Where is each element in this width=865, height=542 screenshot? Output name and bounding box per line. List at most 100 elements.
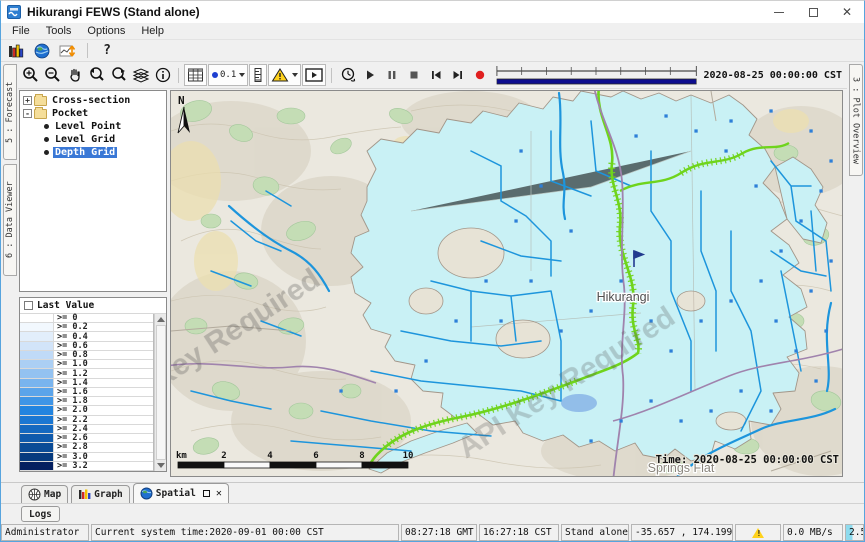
status-memory: 2.5 GB bbox=[845, 524, 864, 541]
right-tab-strip: 3 : Plot Overview bbox=[847, 62, 864, 482]
status-transfer-rate: 0.0 MB/s bbox=[783, 524, 843, 541]
layers-button[interactable] bbox=[130, 64, 151, 86]
chevron-down-icon bbox=[239, 73, 245, 77]
minimize-button[interactable] bbox=[762, 1, 796, 23]
zoom-in-button[interactable] bbox=[20, 64, 41, 86]
tree-item-cross-section[interactable]: + Cross-section bbox=[22, 94, 166, 107]
toolbar-separator bbox=[331, 68, 332, 83]
tree-item-level-grid[interactable]: Level Grid bbox=[22, 133, 166, 146]
legend-color-swatch bbox=[20, 434, 54, 442]
logs-button[interactable]: Logs bbox=[21, 506, 60, 522]
status-warning-cell[interactable] bbox=[735, 524, 781, 541]
scroll-thumb[interactable] bbox=[156, 325, 166, 460]
legend-scrollbar[interactable] bbox=[154, 314, 166, 471]
scroll-down-icon[interactable] bbox=[157, 463, 165, 468]
tab-plot-overview[interactable]: 3 : Plot Overview bbox=[849, 64, 863, 176]
legend-color-swatch bbox=[20, 397, 54, 405]
scroll-up-icon[interactable] bbox=[157, 317, 165, 322]
legend-color-swatch bbox=[20, 369, 54, 377]
menu-options[interactable]: Options bbox=[80, 24, 132, 38]
tab-map[interactable]: Map bbox=[21, 485, 68, 503]
status-gmt-time: 08:27:18 GMT bbox=[401, 524, 477, 541]
legend-color-swatch bbox=[20, 379, 54, 387]
svg-text:2: 2 bbox=[221, 451, 226, 461]
tab-data-viewer[interactable]: 6 : Data Viewer bbox=[3, 164, 17, 276]
play-button[interactable] bbox=[359, 64, 380, 86]
record-icon bbox=[472, 67, 488, 83]
stop-button[interactable] bbox=[403, 64, 424, 86]
tree-item-pocket[interactable]: - Pocket bbox=[22, 107, 166, 120]
legend-color-swatch bbox=[20, 406, 54, 414]
movie-icon bbox=[305, 68, 323, 82]
zoom-previous-button[interactable] bbox=[86, 64, 107, 86]
zoom-back-icon bbox=[88, 66, 106, 84]
legend-color-swatch bbox=[20, 314, 54, 322]
close-tab-icon[interactable]: ✕ bbox=[216, 488, 222, 499]
step-back-button[interactable] bbox=[425, 64, 446, 86]
left-tab-strip: 5 : Forecast 6 : Data Viewer bbox=[1, 62, 18, 482]
expand-icon[interactable]: + bbox=[23, 96, 32, 105]
title-bar: Hikurangi FEWS (Stand alone) ✕ bbox=[1, 1, 864, 23]
contour-interval-dropdown[interactable]: 0.1 bbox=[208, 64, 248, 86]
spatial-display-button[interactable] bbox=[57, 41, 79, 60]
chart-arrow-icon bbox=[59, 43, 77, 59]
help-button[interactable]: ? bbox=[96, 41, 118, 60]
legend-color-swatch bbox=[20, 332, 54, 340]
pan-button[interactable] bbox=[64, 64, 85, 86]
window-title: Hikurangi FEWS (Stand alone) bbox=[27, 5, 200, 19]
record-button[interactable] bbox=[469, 64, 490, 86]
zoom-out-button[interactable] bbox=[42, 64, 63, 86]
warning-triangle-icon bbox=[752, 528, 764, 538]
timeline-slider[interactable] bbox=[495, 63, 698, 87]
map-toolbar: 0.1 bbox=[18, 62, 847, 89]
menu-help[interactable]: Help bbox=[134, 24, 171, 38]
menu-file[interactable]: File bbox=[5, 24, 37, 38]
maximize-button[interactable] bbox=[796, 1, 830, 23]
basemap: API Key Required API Key Required N bbox=[171, 91, 843, 477]
warnings-dropdown[interactable] bbox=[268, 64, 301, 86]
bar-chart-icon bbox=[8, 43, 25, 59]
legend-table: >= 0 >= 0.2 >= 0.4 >= 0.6 >= 0.8 >= 1.0 … bbox=[20, 314, 154, 471]
pause-button[interactable] bbox=[381, 64, 402, 86]
tab-spatial[interactable]: Spatial ✕ bbox=[133, 483, 229, 503]
map-view[interactable]: API Key Required API Key Required N bbox=[170, 90, 843, 477]
ruler-icon bbox=[252, 67, 264, 83]
scale-bar-toggle-button[interactable] bbox=[249, 64, 267, 86]
stop-icon bbox=[406, 67, 422, 83]
app-window: Hikurangi FEWS (Stand alone) ✕ File Tool… bbox=[0, 0, 865, 542]
close-button[interactable]: ✕ bbox=[830, 1, 864, 23]
info-icon bbox=[154, 66, 172, 84]
collapse-icon[interactable]: - bbox=[23, 109, 32, 118]
bullet-icon bbox=[44, 150, 49, 155]
info-button[interactable] bbox=[152, 64, 173, 86]
status-bar: Administrator Current system time:2020-0… bbox=[1, 524, 864, 541]
animation-settings-button[interactable] bbox=[337, 64, 358, 86]
last-value-checkbox[interactable] bbox=[24, 301, 33, 310]
legend-color-swatch bbox=[20, 425, 54, 433]
tree-item-level-point[interactable]: Level Point bbox=[22, 120, 166, 133]
svg-text:4: 4 bbox=[267, 451, 273, 461]
step-back-icon bbox=[428, 67, 444, 83]
hand-icon bbox=[66, 66, 84, 84]
tab-forecast[interactable]: 5 : Forecast bbox=[3, 64, 17, 160]
step-forward-button[interactable] bbox=[447, 64, 468, 86]
timeline-timestamp: 2020-08-25 00:00:00 CST bbox=[704, 70, 845, 81]
town-label: Hikurangi bbox=[597, 290, 650, 304]
toolbar-separator bbox=[178, 68, 179, 83]
float-tab-icon[interactable] bbox=[203, 490, 210, 497]
tree-item-depth-grid[interactable]: Depth Grid bbox=[22, 146, 166, 159]
zoom-next-button[interactable] bbox=[108, 64, 129, 86]
chevron-down-icon bbox=[292, 73, 298, 77]
data-display-button[interactable] bbox=[5, 41, 27, 60]
map-display-button[interactable] bbox=[31, 41, 53, 60]
pause-icon bbox=[384, 67, 400, 83]
animation-window-button[interactable] bbox=[302, 64, 326, 86]
bullet-icon bbox=[44, 124, 49, 129]
globe-wire-icon bbox=[28, 488, 41, 501]
question-icon: ? bbox=[103, 43, 111, 58]
menu-tools[interactable]: Tools bbox=[39, 24, 79, 38]
grid-display-button[interactable] bbox=[184, 64, 207, 86]
tab-graph[interactable]: Graph bbox=[71, 485, 130, 503]
status-coordinates: -35.657 , 174.199 bbox=[631, 524, 733, 541]
legend-panel: Last Value >= 0 >= 0.2 >= 0.4 >= 0.6 >= … bbox=[19, 297, 167, 472]
